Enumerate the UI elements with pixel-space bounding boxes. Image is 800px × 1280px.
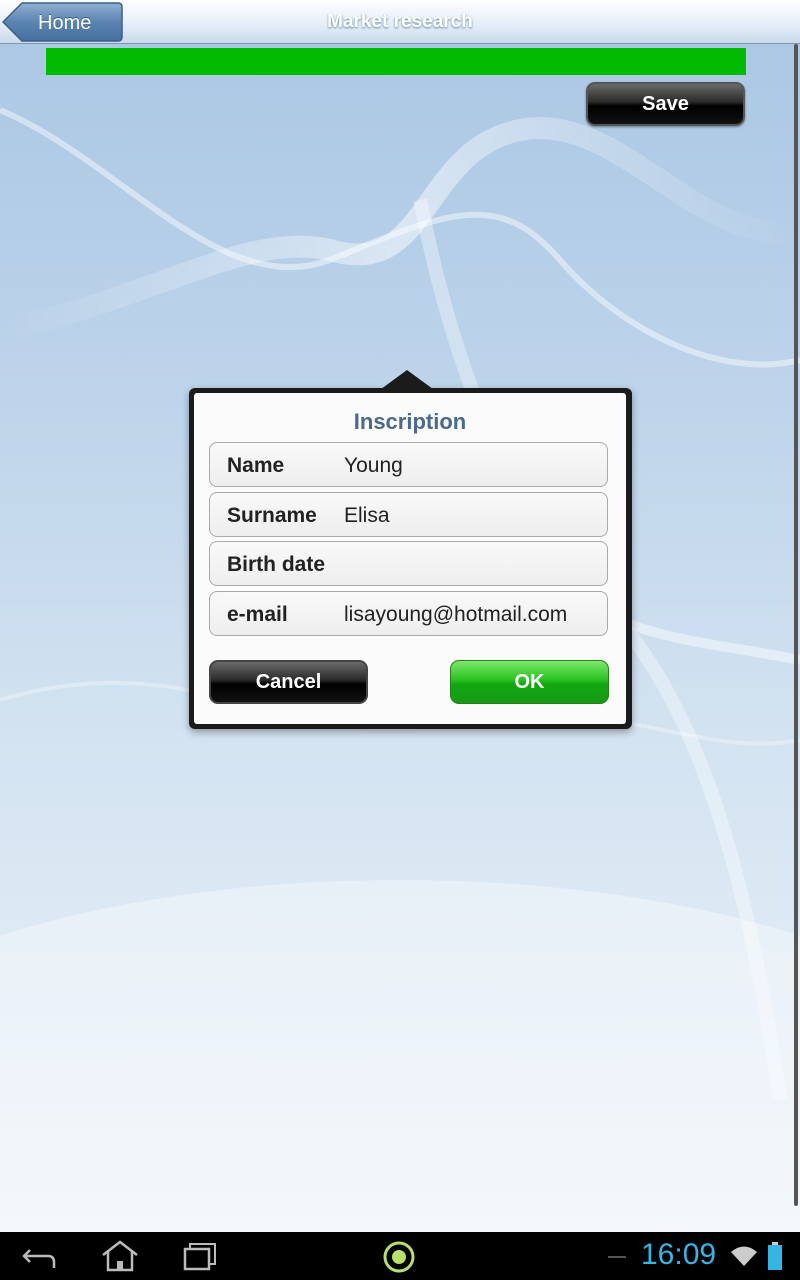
app-indicator-icon[interactable] xyxy=(382,1240,416,1274)
back-icon[interactable] xyxy=(22,1240,58,1272)
dialog-pointer-arrow xyxy=(377,370,437,392)
name-field[interactable]: Name Young xyxy=(209,442,608,487)
save-button[interactable]: Save xyxy=(586,82,745,126)
email-field[interactable]: e-mail lisayoung@hotmail.com xyxy=(209,591,608,636)
inscription-dialog: Inscription Name Young Surname Elisa Bir… xyxy=(189,370,632,729)
ok-button[interactable]: OK xyxy=(450,660,609,704)
progress-fill xyxy=(46,48,746,75)
home-icon[interactable] xyxy=(100,1240,140,1272)
birth-date-field[interactable]: Birth date xyxy=(209,541,608,586)
notification-dash xyxy=(608,1256,626,1258)
surname-label: Surname xyxy=(227,504,317,527)
email-value: lisayoung@hotmail.com xyxy=(344,603,568,626)
name-value: Young xyxy=(344,454,403,477)
email-label: e-mail xyxy=(227,603,288,626)
wifi-icon xyxy=(731,1246,757,1266)
page-title: Market research xyxy=(327,11,473,32)
birth-date-label: Birth date xyxy=(227,553,326,576)
progress-bar xyxy=(46,48,746,75)
battery-icon xyxy=(768,1242,782,1270)
dialog-title: Inscription xyxy=(353,409,467,434)
dialog-body: Inscription Name Young Surname Elisa Bir… xyxy=(194,393,626,724)
surname-field[interactable]: Surname Elisa xyxy=(209,492,608,537)
recent-apps-icon[interactable] xyxy=(182,1240,218,1272)
name-label: Name xyxy=(227,454,285,477)
scrollbar[interactable] xyxy=(794,44,798,1206)
status-clock: 16:09 xyxy=(641,1238,717,1271)
header-bar: Home Market research xyxy=(0,0,800,44)
cancel-button[interactable]: Cancel xyxy=(209,660,368,704)
surname-value: Elisa xyxy=(344,504,390,527)
